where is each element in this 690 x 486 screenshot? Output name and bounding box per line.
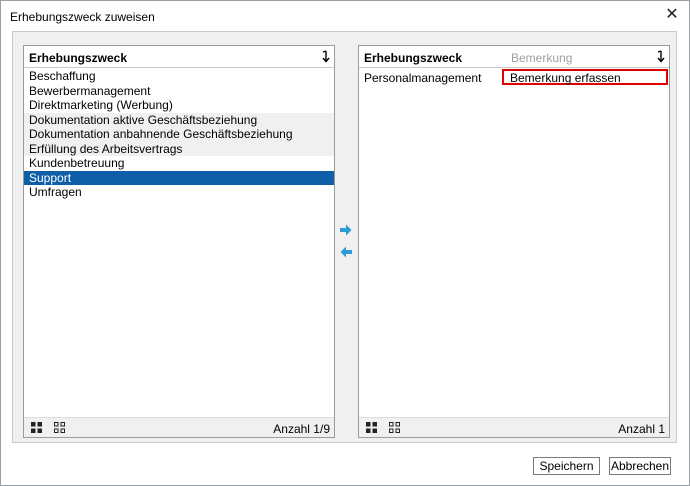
- grid-view-icon[interactable]: [31, 422, 42, 433]
- available-purposes-panel: Erhebungszweck Beschaffung Bewerbermanag…: [23, 45, 335, 438]
- list-item[interactable]: Kundenbetreuung: [24, 156, 334, 171]
- dialog-content: Erhebungszweck Beschaffung Bewerbermanag…: [12, 31, 677, 443]
- list-item-selected[interactable]: Support: [24, 170, 334, 185]
- sort-icon[interactable]: [655, 50, 665, 63]
- dialog-window: Erhebungszweck zuweisen ✕ Erhebungszweck…: [0, 0, 690, 486]
- list-item[interactable]: Umfragen: [24, 185, 334, 200]
- right-panel-header: Erhebungszweck Bemerkung: [359, 46, 669, 68]
- purpose-cell: Personalmanagement: [364, 71, 482, 85]
- list-item[interactable]: Dokumentation anbahnende Geschäftsbezieh…: [24, 127, 334, 142]
- table-row[interactable]: Personalmanagement Bemerkung erfassen: [359, 69, 669, 86]
- move-left-arrow-icon[interactable]: [340, 246, 352, 258]
- left-panel-header: Erhebungszweck: [24, 46, 334, 68]
- title-bar: Erhebungszweck zuweisen ✕: [1, 1, 689, 31]
- assigned-purposes-panel: Erhebungszweck Bemerkung Personalmanagem…: [358, 45, 670, 438]
- list-item[interactable]: Bewerbermanagement: [24, 84, 334, 99]
- move-right-arrow-icon[interactable]: [340, 224, 352, 236]
- right-panel-footer: Anzahl 1: [359, 417, 669, 437]
- right-count: Anzahl 1: [618, 422, 665, 436]
- right-column-header-purpose[interactable]: Erhebungszweck: [364, 51, 462, 65]
- list-view-icon[interactable]: [54, 422, 65, 433]
- list-item[interactable]: Erfüllung des Arbeitsvertrags: [24, 141, 334, 156]
- left-list: Beschaffung Bewerbermanagement Direktmar…: [24, 69, 334, 200]
- left-column-header[interactable]: Erhebungszweck: [29, 51, 127, 65]
- list-view-icon[interactable]: [389, 422, 400, 433]
- save-button[interactable]: Speichern: [533, 457, 600, 475]
- left-panel-footer: Anzahl 1/9: [24, 417, 334, 437]
- cancel-button[interactable]: Abbrechen: [609, 457, 671, 475]
- list-item[interactable]: Direktmarketing (Werbung): [24, 98, 334, 113]
- remark-input[interactable]: Bemerkung erfassen: [502, 69, 668, 85]
- right-list: Personalmanagement Bemerkung erfassen: [359, 69, 669, 86]
- close-icon[interactable]: ✕: [663, 6, 681, 24]
- window-title: Erhebungszweck zuweisen: [10, 10, 155, 24]
- right-column-header-remark[interactable]: Bemerkung: [511, 51, 572, 65]
- list-item[interactable]: Beschaffung: [24, 69, 334, 84]
- left-count: Anzahl 1/9: [273, 422, 330, 436]
- list-item[interactable]: Dokumentation aktive Geschäftsbeziehung: [24, 112, 334, 127]
- grid-view-icon[interactable]: [366, 422, 377, 433]
- sort-icon[interactable]: [320, 50, 330, 63]
